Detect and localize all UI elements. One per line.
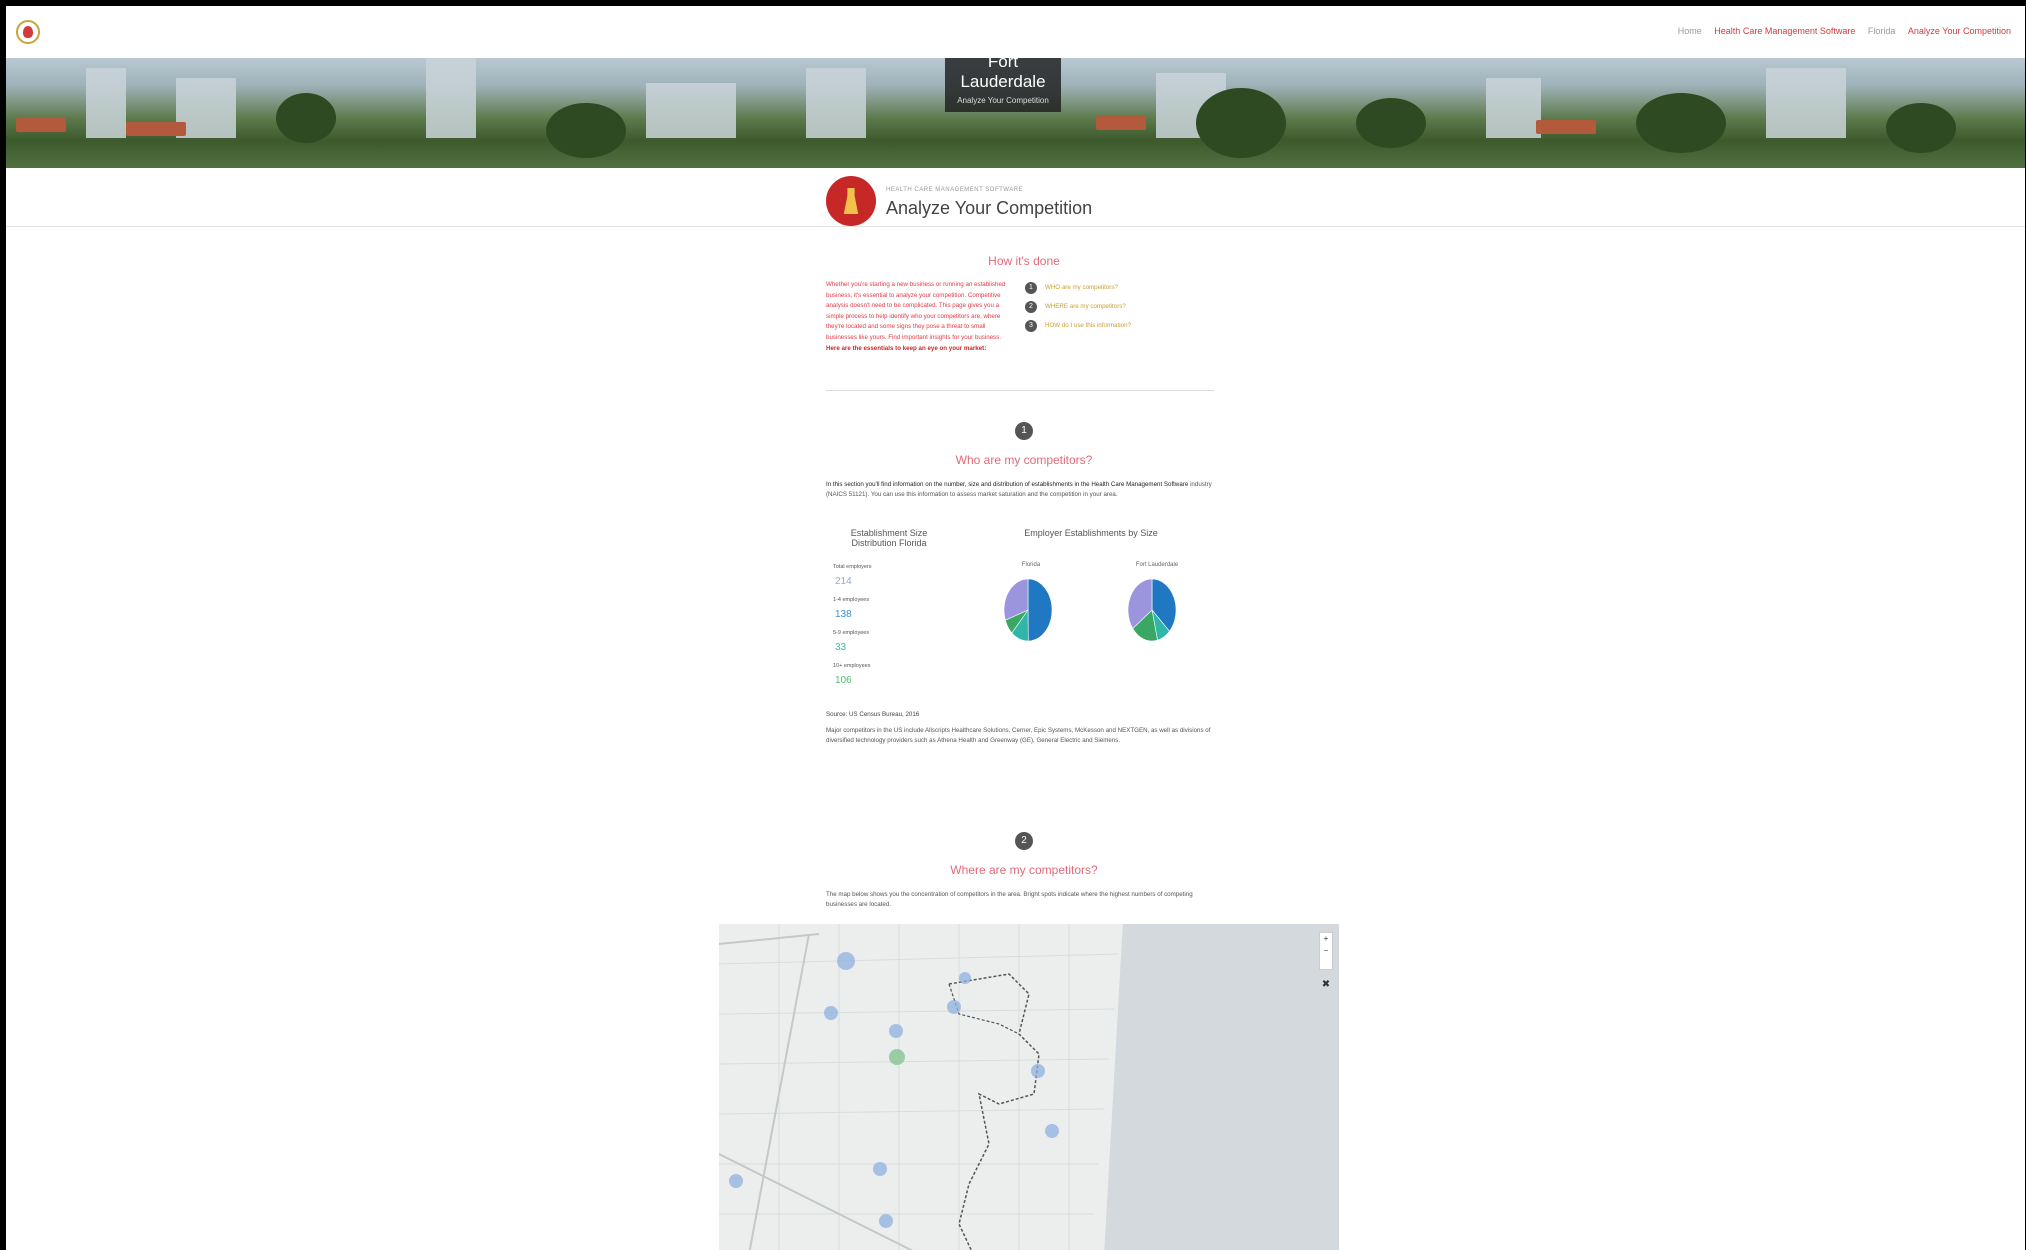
competitors-note: Major competitors in the US include Alls…	[826, 727, 1211, 744]
stat-value: 138	[835, 609, 852, 620]
city-title: Fort Lauderdale	[960, 58, 1046, 91]
map-zoom-control[interactable]: + −	[1319, 932, 1333, 970]
how-text-bold: Here are the essentials to keep an eye o…	[826, 344, 987, 352]
breadcrumb: Home Health Care Management Software Flo…	[1668, 26, 2011, 36]
map-ocean	[1104, 924, 1339, 1250]
zoom-in-button[interactable]: +	[1320, 933, 1332, 945]
site-logo-icon[interactable]	[16, 20, 40, 44]
breadcrumb-current[interactable]: Analyze Your Competition	[1908, 26, 2011, 36]
hero-title-box: Fort Lauderdale Analyze Your Competition	[945, 58, 1061, 112]
where-heading: Where are my competitors?	[950, 863, 1098, 877]
pies-title: Employer Establishments by Size	[1024, 528, 1158, 538]
breadcrumb-industry[interactable]: Health Care Management Software	[1714, 26, 1855, 36]
zoom-out-button[interactable]: −	[1320, 945, 1332, 957]
stat-value: 33	[835, 642, 847, 653]
how-heading: How it's done	[988, 254, 1060, 268]
breadcrumb-state[interactable]: Florida	[1868, 26, 1896, 36]
where-intro: The map below shows you the concentratio…	[826, 891, 1193, 908]
page-title: Analyze Your Competition	[886, 198, 1093, 218]
step-number-badge: 1	[1025, 281, 1037, 294]
browser-viewport: Home Health Care Management Software Flo…	[6, 6, 2025, 1250]
top-navigation-bar: Home Health Care Management Software Flo…	[6, 6, 2025, 58]
hero-subtitle: Analyze Your Competition	[957, 96, 1049, 105]
step-how[interactable]: 3 HOW do I use this information?	[1025, 316, 1131, 335]
pie-chart-city[interactable]	[1127, 578, 1177, 642]
distribution-title: Establishment Size Distribution Florida	[850, 528, 928, 548]
pie-label-city: Fort Lauderdale	[1135, 562, 1179, 568]
source-note: Source: US Census Bureau, 2016	[826, 711, 920, 718]
pie-label-state: Florida	[1021, 562, 1041, 568]
breadcrumb-home[interactable]: Home	[1678, 26, 1702, 36]
how-text: Whether you're starting a new business o…	[826, 281, 1006, 341]
how-description: Whether you're starting a new business o…	[826, 280, 1016, 354]
chess-piece-icon	[826, 176, 876, 226]
steps-list: 1 WHO are my competitors? 2 WHERE are my…	[1025, 278, 1131, 335]
competitor-map[interactable]: + − ✖	[719, 924, 1339, 1250]
who-intro-bold: In this section you'll find information …	[826, 481, 1189, 488]
pie-slice[interactable]	[1027, 578, 1053, 642]
industry-kicker: HEALTH CARE MANAGEMENT SOFTWARE	[886, 187, 1024, 193]
step-link[interactable]: WHO are my competitors?	[1045, 284, 1118, 291]
stat-label: 1-4 employees	[833, 597, 870, 603]
pie-chart-state[interactable]	[1003, 578, 1053, 642]
step-link[interactable]: HOW do I use this information?	[1045, 322, 1131, 329]
map-close-icon[interactable]: ✖	[1321, 980, 1331, 990]
stat-label: 5-9 employees	[833, 630, 870, 636]
who-heading: Who are my competitors?	[955, 453, 1093, 467]
step-number-badge: 3	[1025, 319, 1037, 332]
who-intro: In this section you'll find information …	[826, 480, 1218, 500]
stat-value: 214	[835, 576, 852, 587]
stat-label: 10+ employees	[833, 663, 871, 669]
hero-banner-image: Fort Lauderdale Analyze Your Competition	[6, 58, 2025, 168]
section-number-badge: 1	[1015, 422, 1033, 440]
section-number-badge: 2	[1015, 832, 1033, 850]
stat-label: Total employers	[833, 564, 872, 570]
section-divider	[826, 390, 1214, 391]
step-number-badge: 2	[1025, 300, 1037, 313]
stat-value: 106	[835, 675, 852, 686]
step-who[interactable]: 1 WHO are my competitors?	[1025, 278, 1131, 297]
step-where[interactable]: 2 WHERE are my competitors?	[1025, 297, 1131, 316]
step-link[interactable]: WHERE are my competitors?	[1045, 303, 1126, 310]
